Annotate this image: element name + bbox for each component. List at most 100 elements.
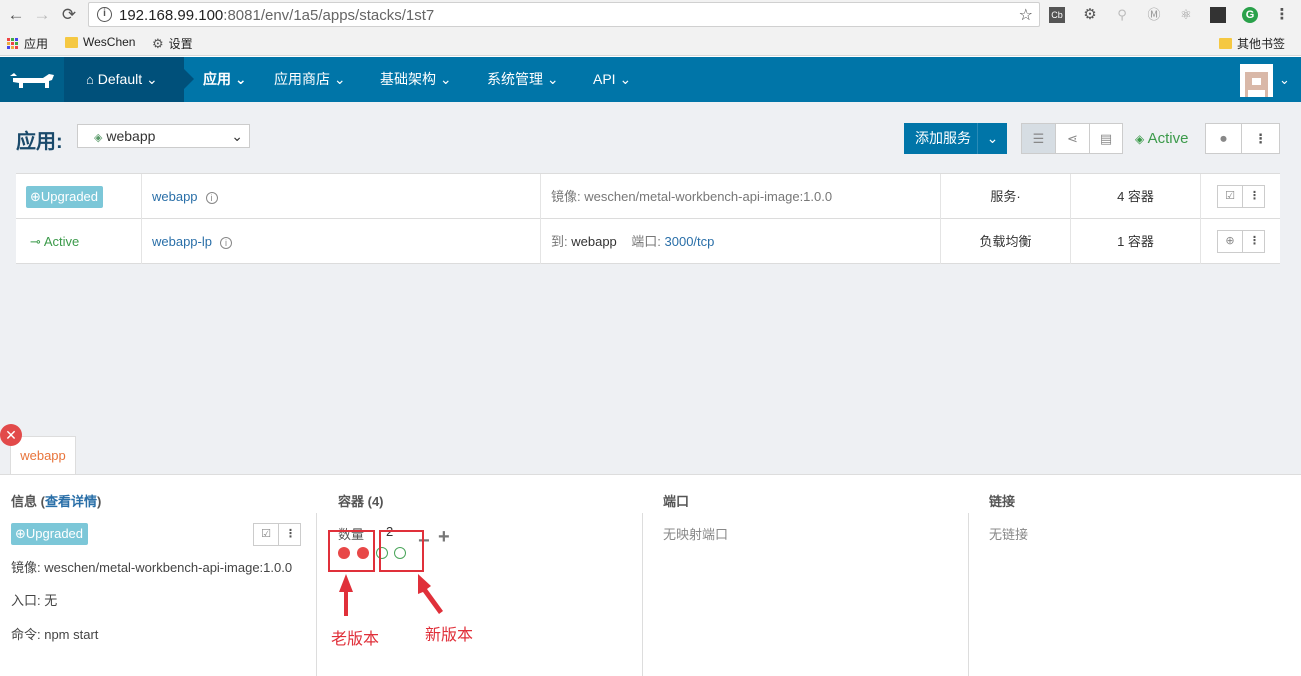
upgrade-icon[interactable]: ⊕ [1218, 231, 1242, 252]
chevron-down-icon: ⌄ [231, 128, 243, 144]
kind-cell: 负载均衡 [941, 219, 1071, 264]
view-details-link[interactable]: 查看详情 [45, 494, 97, 509]
chevron-down-icon[interactable]: ⌄ [977, 123, 1007, 154]
stack-menu-icon[interactable]: ⋮ [1241, 123, 1280, 154]
port-link[interactable]: 3000/tcp [665, 234, 715, 249]
bookmark-settings[interactable]: ⚙ 设置 [152, 35, 193, 52]
detail-label: 到: [551, 234, 568, 249]
extension-cb-icon[interactable]: Cb [1049, 7, 1065, 23]
environment-switcher[interactable]: ⌂ Default ⌄ [64, 57, 194, 102]
info-title: 信息 (查看详情) [11, 494, 102, 509]
nav-admin[interactable]: 系统管理 ⌄ [487, 57, 559, 102]
detail-cell: 镜像: weschen/metal-workbench-api-image:1.… [541, 174, 941, 219]
row-actions: ☑ ⋮ [1217, 185, 1265, 208]
nav-apps[interactable]: 应用 ⌄ [203, 57, 247, 102]
user-avatar[interactable] [1240, 64, 1273, 97]
divider [316, 513, 317, 676]
command-text: 命令: npm start [11, 627, 99, 642]
bookmark-label: 设置 [168, 37, 193, 51]
status-badge: ⊕Upgraded [11, 523, 89, 545]
service-link[interactable]: webapp-lp [152, 234, 212, 249]
stack-status-label: Active [1147, 130, 1189, 147]
upgraded-icon: ⊕ [30, 189, 41, 204]
environment-name: Default [97, 71, 143, 87]
bookmark-label: 其他书签 [1237, 37, 1286, 51]
detail-label: 镜像: [551, 189, 581, 204]
entry-text: 入口: 无 [11, 593, 58, 608]
browser-toolbar: ← → ⟳ i 192.168.99.100:8081/env/1a5/apps… [0, 0, 1301, 30]
detail-cell: 到: webapp 端口: 3000/tcp [541, 219, 941, 264]
reload-icon[interactable]: ⟳ [59, 5, 79, 25]
finish-upgrade-icon[interactable]: ☑ [1218, 186, 1242, 207]
forward-icon[interactable]: → [32, 5, 52, 25]
row-actions: ⊕ ⋮ [1217, 230, 1265, 253]
row-menu-icon[interactable]: ⋮ [1242, 186, 1266, 207]
service-link[interactable]: webapp [152, 189, 198, 204]
site-info-icon[interactable]: i [97, 7, 112, 22]
new-version-label: 新版本 [425, 627, 474, 644]
containers-cell: 4 容器 [1071, 174, 1201, 219]
old-version-label: 老版本 [331, 631, 380, 648]
home-icon: ⌂ [86, 72, 94, 87]
image-text: 镜像: weschen/metal-workbench-api-image:1.… [11, 560, 293, 575]
containers-cell: 1 容器 [1071, 219, 1201, 264]
load-balancer-icon: ⊸ [30, 234, 41, 249]
apps-grid-icon [7, 37, 19, 50]
status-label: Active [43, 234, 80, 249]
back-icon[interactable]: ← [6, 5, 26, 25]
add-service-button[interactable]: 添加服务 ⌄ [904, 123, 1007, 154]
graph-view-icon[interactable]: ⋖ [1055, 123, 1090, 154]
rancher-logo[interactable] [0, 57, 64, 102]
menu-kebab-icon[interactable]: ⋮ [1274, 7, 1290, 23]
bookmark-weschen[interactable]: WesChen [65, 35, 135, 49]
close-icon[interactable]: ✕ [0, 424, 22, 446]
image-value: weschen/metal-workbench-api-image:1.0.0 [584, 189, 833, 204]
stack-page: 应用: ◈ webapp ⌄ 添加服务 ⌄ ☰ ⋖ ▤ ◈ Active ⏺ ⋮… [0, 102, 1301, 474]
nav-api[interactable]: API ⌄ [593, 57, 631, 102]
target-value: webapp [571, 234, 617, 249]
increase-scale-button[interactable]: + [438, 526, 450, 549]
containers-title: 容器 (4) [338, 494, 384, 509]
stack-select[interactable]: ◈ webapp ⌄ [77, 124, 250, 148]
finish-upgrade-icon[interactable]: ☑ [254, 524, 278, 545]
name-cell: webapp i [142, 174, 541, 219]
info-icon[interactable]: i [205, 192, 218, 204]
divider [968, 513, 969, 676]
status-badge: ⊕Upgraded [26, 186, 104, 208]
nav-catalog[interactable]: 应用商店 ⌄ [274, 57, 346, 102]
address-bar[interactable]: i 192.168.99.100:8081/env/1a5/apps/stack… [88, 2, 1040, 27]
grammarly-icon[interactable]: G [1242, 7, 1258, 23]
bookmark-other[interactable]: 其他书签 [1219, 35, 1285, 52]
bookmark-star-icon[interactable]: ☆ [1019, 5, 1033, 25]
row-menu-icon[interactable]: ⋮ [1242, 231, 1266, 252]
gear-icon[interactable]: ⚙ [1082, 7, 1098, 23]
annotation-arrows [339, 574, 443, 616]
film-extension-icon[interactable] [1210, 7, 1226, 23]
service-detail-panel: 信息 (查看详情) ⊕Upgraded ☑ ⋮ 镜像: weschen/metal… [0, 474, 1301, 676]
react-devtools-icon[interactable]: ⚛ [1178, 7, 1194, 23]
list-view-icon[interactable]: ☰ [1021, 123, 1056, 154]
kind-cell: 服务· [941, 174, 1071, 219]
name-cell: webapp-lp i [142, 219, 541, 264]
chevron-down-icon[interactable]: ⌄ [1279, 57, 1290, 102]
add-service-label: 添加服务 [915, 130, 971, 146]
stop-stack-button[interactable]: ⏺ [1205, 123, 1242, 154]
ports-empty: 无映射端口 [663, 527, 729, 542]
layers-icon: ◈ [1135, 132, 1145, 146]
state-cell: ⊕Upgraded [16, 174, 142, 219]
search-extension-icon[interactable]: ⚲ [1114, 7, 1130, 23]
panel-menu-icon[interactable]: ⋮ [278, 524, 302, 545]
panel-status: ⊕Upgraded [11, 523, 89, 545]
tab-webapp[interactable]: webapp [10, 436, 76, 474]
nav-infrastructure[interactable]: 基础架构 ⌄ [380, 57, 452, 102]
bookmark-apps[interactable]: 应用 [7, 35, 48, 52]
rancher-cow-icon [10, 73, 54, 88]
new-version-highlight [379, 530, 424, 572]
top-navigation: ⌂ Default ⌄ 应用 ⌄ 应用商店 ⌄ 基础架构 ⌄ 系统管理 ⌄ AP… [0, 57, 1301, 102]
compose-file-icon[interactable]: ▤ [1089, 123, 1123, 154]
extension-m-icon[interactable]: Ⓜ [1146, 7, 1162, 23]
old-version-highlight [328, 530, 375, 572]
ports-title: 端口 [663, 494, 690, 509]
info-icon[interactable]: i [220, 237, 232, 249]
stack-select-value: webapp [106, 128, 156, 144]
